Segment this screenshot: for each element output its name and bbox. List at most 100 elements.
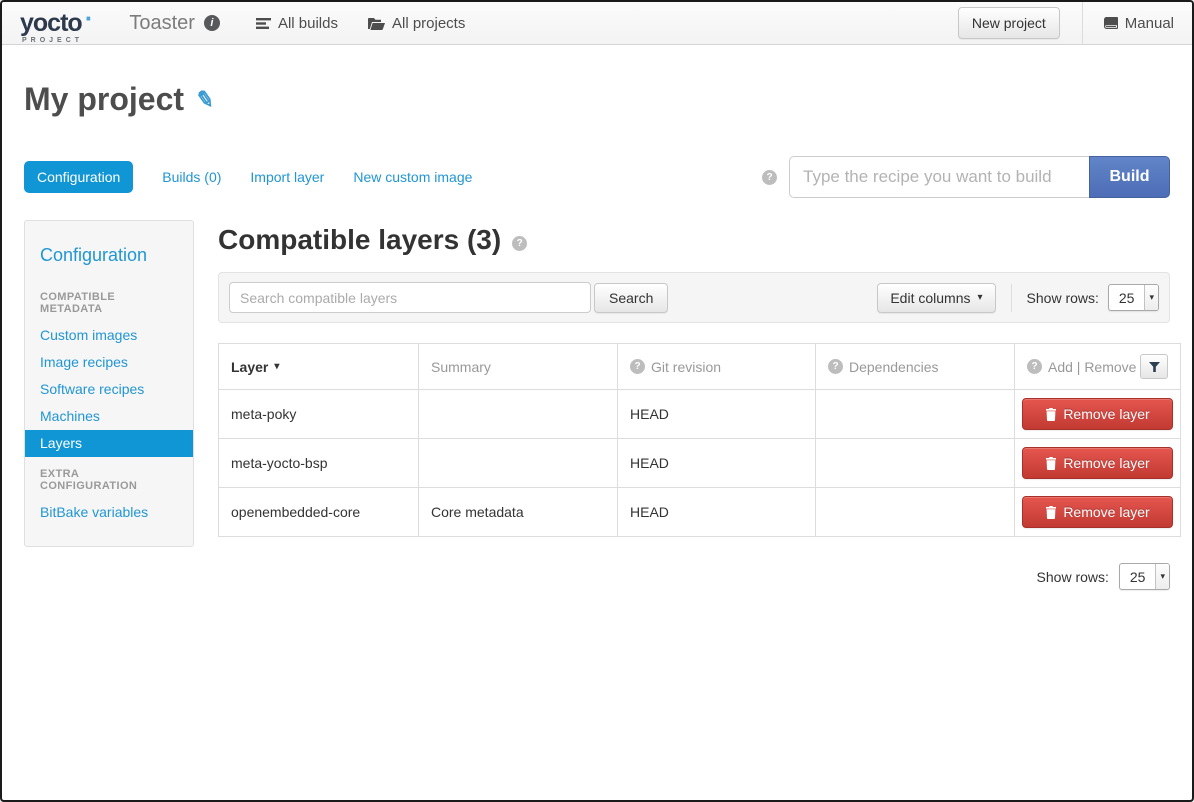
show-rows-label: Show rows: bbox=[1037, 569, 1109, 585]
folder-open-icon bbox=[368, 17, 385, 30]
trash-icon bbox=[1045, 408, 1057, 421]
nav-all-builds[interactable]: All builds bbox=[256, 15, 338, 32]
column-layer-label: Layer bbox=[231, 359, 268, 375]
cell-dependencies bbox=[816, 390, 1015, 439]
project-name: My project bbox=[24, 81, 184, 118]
cell-summary bbox=[419, 439, 618, 488]
column-header-dependencies: ? Dependencies bbox=[816, 344, 1015, 390]
table-row: meta-poky HEAD Remove layer bbox=[219, 390, 1181, 439]
build-help-icon[interactable]: ? bbox=[762, 170, 777, 185]
sort-caret-icon: ▾ bbox=[274, 361, 279, 372]
dependencies-help-icon[interactable]: ? bbox=[828, 359, 843, 374]
cell-summary bbox=[419, 390, 618, 439]
new-project-button[interactable]: New project bbox=[958, 7, 1060, 39]
column-header-summary: Summary bbox=[419, 344, 618, 390]
main-panel: Compatible layers (3) ? Search Edit colu… bbox=[218, 220, 1170, 590]
select-caret-icon: ▾ bbox=[1155, 564, 1169, 589]
tab-configuration[interactable]: Configuration bbox=[24, 161, 133, 193]
nav-all-projects[interactable]: All projects bbox=[368, 15, 465, 32]
column-summary-label: Summary bbox=[431, 359, 491, 375]
sidebar-item-image-recipes[interactable]: Image recipes bbox=[25, 349, 193, 376]
sidebar-heading-extra-configuration: EXTRA CONFIGURATION bbox=[25, 457, 193, 499]
table-header-row: Layer ▾ Summary ? Git revision ? Dependenci… bbox=[219, 344, 1181, 390]
cell-git-revision: HEAD bbox=[618, 439, 816, 488]
remove-layer-button[interactable]: Remove layer bbox=[1022, 496, 1173, 528]
add-remove-help-icon[interactable]: ? bbox=[1027, 359, 1042, 374]
remove-layer-label: Remove layer bbox=[1063, 406, 1149, 422]
show-rows-select[interactable]: 25 ▾ bbox=[1108, 284, 1159, 311]
show-rows-value: 25 bbox=[1109, 285, 1145, 310]
build-button[interactable]: Build bbox=[1089, 156, 1170, 198]
table-row: meta-yocto-bsp HEAD Remove layer bbox=[219, 439, 1181, 488]
edit-columns-label: Edit columns bbox=[890, 290, 970, 306]
table-toolbar: Search Edit columns ▾ Show rows: 25 ▾ bbox=[218, 272, 1170, 323]
top-navbar: yocto· PROJECT Toaster i All builds All … bbox=[2, 2, 1192, 45]
sidebar: Configuration COMPATIBLE METADATA Custom… bbox=[24, 220, 194, 547]
sidebar-item-software-recipes[interactable]: Software recipes bbox=[25, 376, 193, 403]
cell-layer: meta-poky bbox=[219, 390, 419, 439]
show-rows-select-bottom[interactable]: 25 ▾ bbox=[1119, 563, 1170, 590]
remove-layer-button[interactable]: Remove layer bbox=[1022, 447, 1173, 479]
section-heading: Compatible layers (3) ? bbox=[218, 224, 1170, 256]
sidebar-item-layers[interactable]: Layers bbox=[25, 430, 193, 457]
info-icon[interactable]: i bbox=[204, 15, 220, 31]
column-add-remove-label: Add | Remove bbox=[1048, 359, 1136, 375]
show-rows-value: 25 bbox=[1120, 564, 1156, 589]
filter-button[interactable] bbox=[1140, 354, 1168, 379]
search-input[interactable] bbox=[229, 282, 591, 313]
logo-dot: · bbox=[85, 3, 94, 33]
page-body: My project ✎ Configuration Builds (0) Im… bbox=[2, 81, 1192, 590]
nav-all-projects-label: All projects bbox=[392, 15, 465, 32]
section-heading-text: Compatible layers (3) bbox=[218, 224, 501, 256]
git-revision-help-icon[interactable]: ? bbox=[630, 359, 645, 374]
column-dependencies-label: Dependencies bbox=[849, 359, 939, 375]
tab-new-custom-image[interactable]: New custom image bbox=[353, 169, 472, 185]
logo-subtext: PROJECT bbox=[22, 37, 93, 44]
navbar-divider bbox=[1082, 2, 1083, 45]
remove-layer-label: Remove layer bbox=[1063, 455, 1149, 471]
remove-layer-label: Remove layer bbox=[1063, 504, 1149, 520]
edit-columns-button[interactable]: Edit columns ▾ bbox=[877, 283, 995, 313]
cell-git-revision: HEAD bbox=[618, 390, 816, 439]
compatible-layers-table: Layer ▾ Summary ? Git revision ? Dependenci… bbox=[218, 343, 1181, 537]
sidebar-heading-compatible-metadata: COMPATIBLE METADATA bbox=[25, 280, 193, 322]
sidebar-item-bitbake-variables[interactable]: BitBake variables bbox=[25, 499, 193, 526]
toolbar-divider bbox=[1011, 284, 1012, 312]
app-window: yocto· PROJECT Toaster i All builds All … bbox=[0, 0, 1194, 802]
logo-text: yocto bbox=[20, 9, 82, 37]
book-icon bbox=[1103, 17, 1118, 30]
tab-import-layer[interactable]: Import layer bbox=[250, 169, 324, 185]
nav-manual-label: Manual bbox=[1125, 15, 1174, 32]
select-caret-icon: ▾ bbox=[1144, 285, 1158, 310]
build-form: ? Build bbox=[762, 156, 1170, 198]
trash-icon bbox=[1045, 457, 1057, 470]
sidebar-item-configuration[interactable]: Configuration bbox=[25, 233, 193, 280]
tab-builds[interactable]: Builds (0) bbox=[162, 169, 221, 185]
nav-manual[interactable]: Manual bbox=[1103, 15, 1174, 32]
chevron-down-icon: ▾ bbox=[978, 292, 983, 303]
column-header-add-remove: ? Add | Remove bbox=[1015, 344, 1181, 390]
column-header-git-revision: ? Git revision bbox=[618, 344, 816, 390]
layers-help-icon[interactable]: ? bbox=[512, 236, 527, 251]
funnel-icon bbox=[1149, 362, 1160, 372]
search-button[interactable]: Search bbox=[594, 283, 668, 313]
edit-project-name-icon[interactable]: ✎ bbox=[194, 85, 217, 114]
cell-summary: Core metadata bbox=[419, 488, 618, 537]
table-row: openembedded-core Core metadata HEAD Rem… bbox=[219, 488, 1181, 537]
cell-dependencies bbox=[816, 439, 1015, 488]
build-recipe-input[interactable] bbox=[789, 156, 1089, 198]
sidebar-item-custom-images[interactable]: Custom images bbox=[25, 322, 193, 349]
cell-git-revision: HEAD bbox=[618, 488, 816, 537]
nav-all-builds-label: All builds bbox=[278, 15, 338, 32]
column-git-revision-label: Git revision bbox=[651, 359, 721, 375]
column-header-layer[interactable]: Layer ▾ bbox=[219, 344, 419, 390]
page-title: My project ✎ bbox=[24, 81, 1170, 118]
remove-layer-button[interactable]: Remove layer bbox=[1022, 398, 1173, 430]
trash-icon bbox=[1045, 506, 1057, 519]
content-row: Configuration COMPATIBLE METADATA Custom… bbox=[24, 220, 1170, 590]
yocto-logo[interactable]: yocto· PROJECT bbox=[20, 5, 93, 44]
project-tabs-row: Configuration Builds (0) Import layer Ne… bbox=[24, 156, 1170, 198]
sidebar-item-machines[interactable]: Machines bbox=[25, 403, 193, 430]
app-name: Toaster bbox=[129, 12, 195, 35]
table-footer: Show rows: 25 ▾ bbox=[218, 563, 1170, 590]
